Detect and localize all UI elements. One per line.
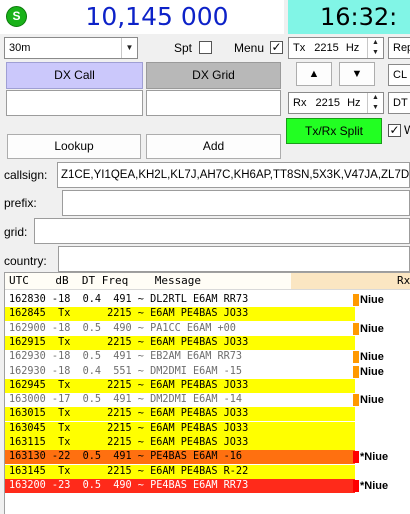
spin-arrows-icon: ▲ ▼ [367,93,383,113]
band-activity-panel[interactable]: UTC dB DT Freq Message Rx 162830 -18 0.4… [4,272,410,514]
decode-row[interactable]: 163130 -22 0.5 491 ~ PE4BAS E6AM -16 [5,450,355,465]
decode-row[interactable]: 162915 Tx 2215 ~ E6AM PE4BAS JO33 [5,335,355,350]
grid-field[interactable] [34,218,410,244]
decode-column-headers: UTC dB DT Freq Message [9,274,202,287]
decode-row-country: Niue [360,365,384,378]
status-led[interactable]: S [6,6,27,27]
report-label: Rep [393,42,410,54]
spot-checkbox[interactable] [199,41,212,54]
tx-freq-up-button[interactable]: ▲ [296,62,332,86]
decode-row[interactable]: 162830 -18 0.4 491 ~ DL2RTL E6AM RR73 [5,293,355,307]
report-combo[interactable]: Rep [388,37,410,59]
prefix-field[interactable] [62,190,410,216]
dt-combo[interactable]: DT [388,92,410,114]
decode-row[interactable]: 162930 -18 0.5 491 ~ EB2AM E6AM RR73 [5,350,355,365]
dx-call-button[interactable]: DX Call [6,62,143,89]
new-dxcc-marker [353,322,359,335]
country-field[interactable] [58,246,410,272]
dt-label: DT [393,97,408,109]
decode-row[interactable]: 163000 -17 0.5 491 ~ DM2DMI E6AM -14 [5,393,355,408]
rx-frequency-pane-header [291,273,410,289]
tx-freq-down-button[interactable]: ▼ [339,62,375,86]
tx-value: 2215 [314,42,339,54]
new-dxcc-marker [353,479,359,492]
cl-button[interactable]: CL [388,64,410,86]
decode-row[interactable]: 163045 Tx 2215 ~ E6AM PE4BAS JO33 [5,421,355,436]
prefix-label: prefix: [4,196,37,210]
decode-row[interactable]: 162930 -18 0.4 551 ~ DM2DMI E6AM -15 [5,364,355,379]
decode-row[interactable]: 163015 Tx 2215 ~ E6AM PE4BAS JO33 [5,407,355,422]
utc-clock: 16:32: [288,0,410,34]
band-select[interactable]: 30m ▼ [4,37,138,59]
dx-grid-button[interactable]: DX Grid [146,62,281,89]
dial-frequency-display: 10,145 000 [30,0,284,34]
tx-rx-split-button[interactable]: Tx/Rx Split [286,118,382,144]
dx-call-input[interactable] [6,90,143,116]
decode-table-header: UTC dB DT Freq Message Rx [5,273,410,290]
band-value: 30m [9,42,31,54]
decode-row-country: Niue [360,351,384,364]
dx-grid-input[interactable] [146,90,281,116]
tx-unit: Hz [345,42,360,54]
decode-row-country: Niue [360,322,384,335]
new-dxcc-marker [353,394,359,407]
decode-row-country: Niue [360,294,384,306]
lookup-button[interactable]: Lookup [7,134,141,159]
decode-row[interactable]: 162845 Tx 2215 ~ E6AM PE4BAS JO33 [5,307,355,322]
chevron-down-icon: ▼ [121,38,137,58]
menu-checkbox[interactable]: ✓ [270,41,283,54]
country-label: country: [4,254,47,268]
decode-row-country: *Niue [360,451,389,464]
decode-row[interactable]: 163200 -23 0.5 490 ~ PE4BAS E6AM RR73 [5,478,355,493]
cl-label: CL [393,69,408,81]
decode-row[interactable]: 163115 Tx 2215 ~ E6AM PE4BAS JO33 [5,436,355,450]
new-dxcc-marker [353,365,359,378]
new-dxcc-marker [353,351,359,364]
rx-pane-label: Rx [397,274,410,287]
split-extra-label: W [404,123,410,137]
grid-label: grid: [4,225,28,239]
rx-prefix: Rx [293,97,307,109]
status-cell: S [0,0,30,34]
decode-row[interactable]: 162900 -18 0.5 490 ~ PA1CC E6AM +00 [5,321,355,336]
tx-frequency-spinbox[interactable]: Tx 2215 Hz ▲ ▼ [288,37,384,59]
new-dxcc-marker [353,294,359,306]
rx-frequency-spinbox[interactable]: Rx 2215 Hz ▲ ▼ [288,92,384,114]
rx-unit: Hz [347,97,361,109]
menu-label: Menu [234,41,265,55]
new-dxcc-marker [353,451,359,464]
decode-row[interactable]: 163145 Tx 2215 ~ E6AM PE4BAS R-22 [5,464,355,479]
decode-row-country: *Niue [360,479,389,492]
callsign-field[interactable]: Z1CE,YI1QEA,KH2L,KL7J,AH7C,KH6AP,TT8SN,5… [57,162,410,188]
rx-value: 2215 [315,97,340,109]
spin-arrows-icon: ▲ ▼ [367,38,383,58]
tx-prefix: Tx [293,42,306,54]
decode-row[interactable]: 162945 Tx 2215 ~ E6AM PE4BAS JO33 [5,378,355,393]
spot-label: Spt [174,41,193,55]
callsign-label: callsign: [4,168,48,182]
top-bar: S 10,145 000 16:32: [0,0,410,34]
split-extra-checkbox[interactable]: ✓ [388,124,401,137]
decode-row-country: Niue [360,394,384,407]
add-button[interactable]: Add [146,134,281,159]
